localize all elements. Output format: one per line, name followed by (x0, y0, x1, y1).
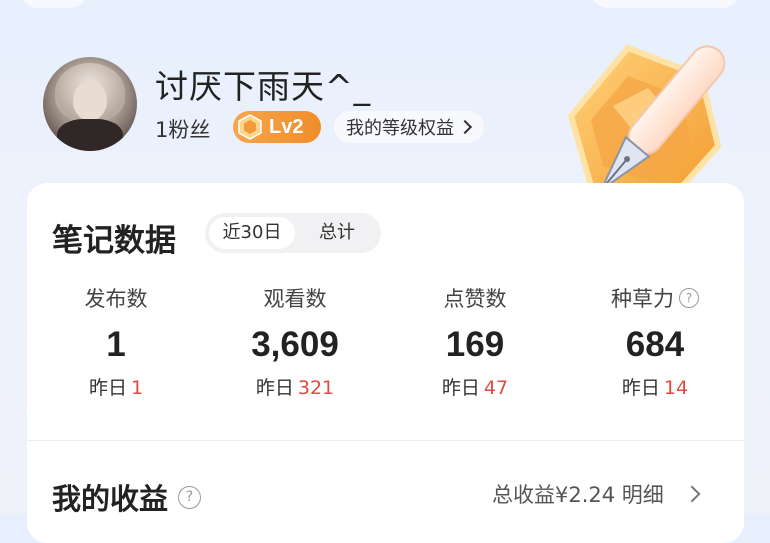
yesterday-prefix: 昨日 (621, 377, 660, 399)
stat-label: 观看数 (263, 287, 327, 311)
income-section: 我的收益 ? (52, 476, 202, 518)
stat-yesterday: 昨日 321 (215, 373, 375, 400)
stat-value: 1 (106, 325, 126, 364)
stat-value: 169 (445, 325, 505, 364)
chevron-right-icon (457, 119, 473, 135)
notes-data-title: 笔记数据 (52, 223, 176, 259)
avatar[interactable] (43, 57, 137, 151)
username: 讨厌下雨天^_ (155, 67, 372, 106)
stat-label: 种草力 (611, 287, 674, 311)
chevron-right-icon (683, 485, 701, 503)
fans-count[interactable]: 1粉丝 (155, 114, 210, 144)
level-badge[interactable]: Lv2 (233, 111, 321, 143)
tab-30-days[interactable]: 近30日 (209, 217, 295, 249)
question-circle-icon[interactable]: ? (679, 288, 699, 308)
income-title: 我的收益 (52, 482, 169, 516)
period-toggle: 近30日 总计 (205, 213, 381, 253)
yesterday-prefix: 昨日 (441, 377, 480, 399)
stat-yesterday: 昨日 47 (395, 373, 555, 400)
yesterday-value: 14 (663, 377, 689, 399)
top-left-button[interactable] (20, 0, 88, 8)
avatar-body (57, 119, 123, 151)
top-right-button[interactable] (590, 0, 740, 8)
stat-value: 3,609 (251, 325, 339, 364)
yesterday-value: 1 (130, 377, 144, 399)
section-divider (27, 440, 744, 441)
question-circle-icon[interactable]: ? (178, 485, 202, 509)
yesterday-value: 47 (483, 377, 509, 399)
income-total: 总收益¥2.24 明细 (492, 483, 664, 507)
yesterday-value: 321 (297, 377, 335, 399)
level-label: Lv2 (269, 115, 304, 138)
level-hexagon-icon (238, 114, 262, 140)
stat-yesterday: 昨日 14 (575, 373, 735, 400)
stat-likes[interactable]: 点赞数 169 昨日 47 (395, 283, 555, 400)
tab-total[interactable]: 总计 (297, 217, 377, 249)
level-benefits-label: 我的等级权益 (346, 118, 454, 139)
yesterday-prefix: 昨日 (88, 377, 127, 399)
stat-label: 点赞数 (443, 287, 507, 311)
stat-value: 684 (625, 325, 685, 364)
stat-posts[interactable]: 发布数 1 昨日 1 (36, 283, 196, 400)
stat-label: 发布数 (84, 287, 148, 311)
income-details-link[interactable]: 总收益¥2.24 明细 (492, 479, 701, 509)
level-benefits-button[interactable]: 我的等级权益 (334, 111, 484, 143)
stat-label-row: 种草力? (575, 283, 735, 313)
notes-data-card: 笔记数据 近30日 总计 发布数 1 昨日 1 观看数 3,609 昨日 321 点… (27, 183, 744, 543)
avatar-face (73, 81, 107, 121)
yesterday-prefix: 昨日 (255, 377, 294, 399)
stat-seeding-power[interactable]: 种草力? 684 昨日 14 (575, 283, 735, 400)
stat-yesterday: 昨日 1 (36, 373, 196, 400)
stat-views[interactable]: 观看数 3,609 昨日 321 (215, 283, 375, 400)
